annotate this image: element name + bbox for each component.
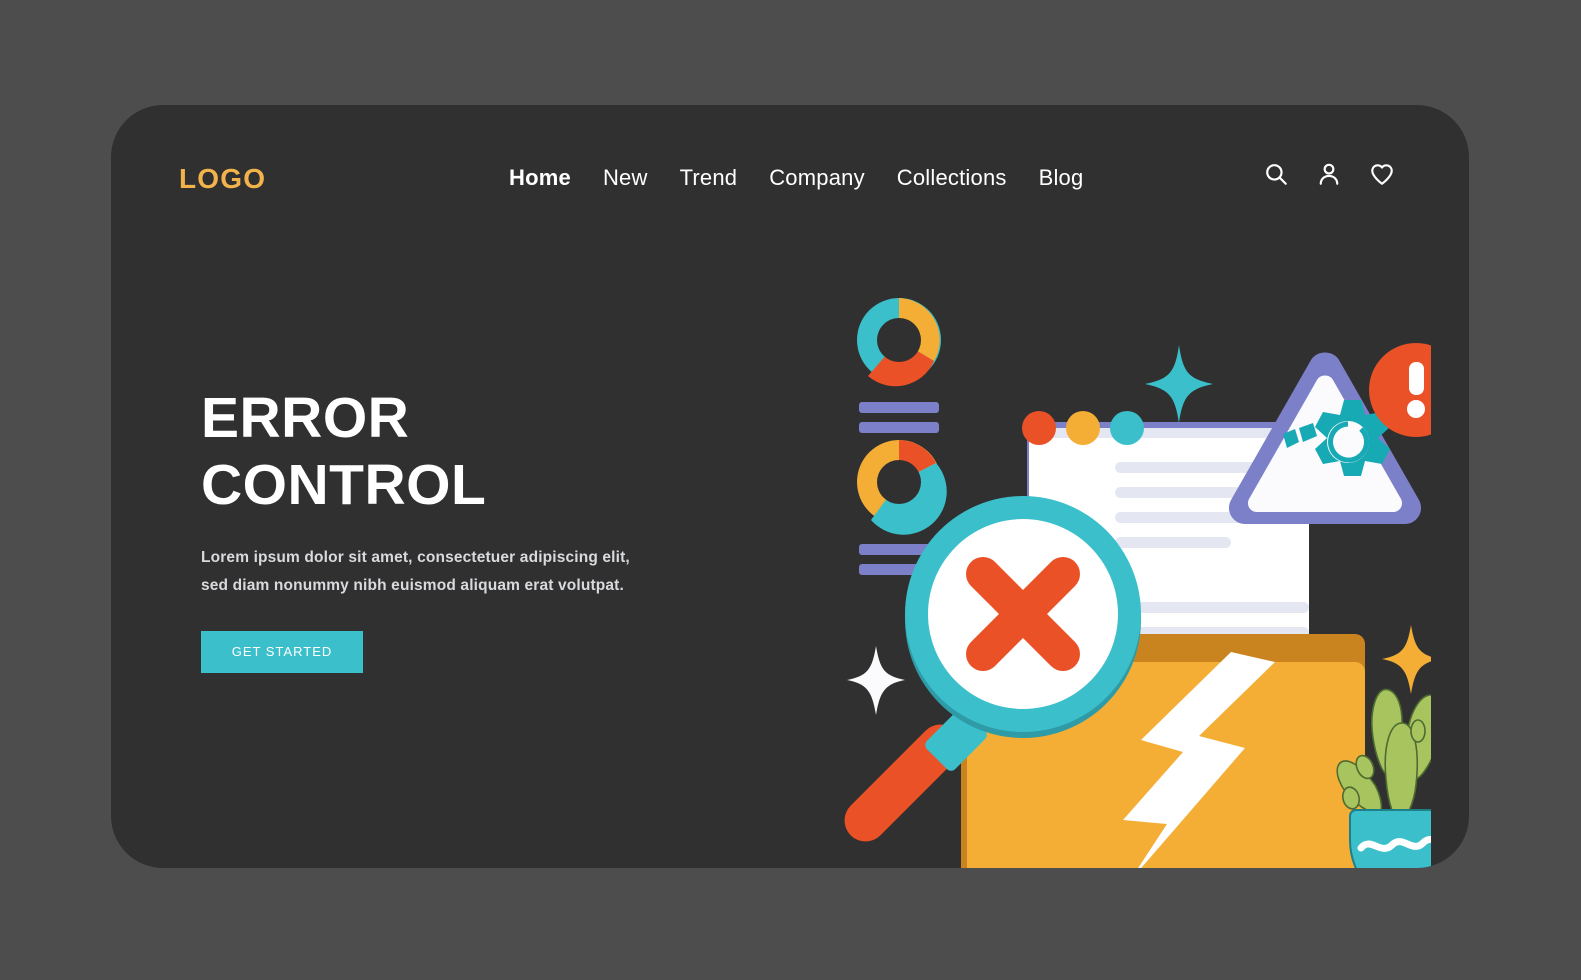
get-started-button[interactable]: GET STARTED	[201, 630, 363, 673]
nav-item-home[interactable]: Home	[509, 165, 571, 191]
main-navigation: Home New Trend Company Collections Blog	[509, 165, 1083, 191]
user-icon[interactable]	[1316, 161, 1342, 187]
donut-chart-top	[857, 298, 941, 387]
header-icon-group	[1263, 161, 1395, 187]
page-root: LOGO Home New Trend Company Collections …	[0, 0, 1581, 980]
nav-item-trend[interactable]: Trend	[680, 165, 738, 191]
placeholder-bars-top	[859, 402, 939, 433]
document-dots	[1022, 411, 1144, 445]
nav-item-collections[interactable]: Collections	[897, 165, 1007, 191]
sparkle-yellow-icon	[1382, 625, 1431, 694]
nav-item-new[interactable]: New	[603, 165, 648, 191]
error-control-illustration	[711, 200, 1431, 868]
hero-section: ERROR CONTROL Lorem ipsum dolor sit amet…	[201, 385, 721, 673]
hero-subtitle: Lorem ipsum dolor sit amet, consectetuer…	[201, 548, 630, 595]
logo[interactable]: LOGO	[179, 163, 266, 195]
donut-chart-bottom	[857, 440, 947, 535]
search-icon[interactable]	[1263, 161, 1289, 187]
page-title: ERROR CONTROL	[201, 386, 487, 518]
nav-item-blog[interactable]: Blog	[1039, 165, 1084, 191]
heart-icon[interactable]	[1369, 161, 1395, 187]
landing-page-card: LOGO Home New Trend Company Collections …	[111, 105, 1469, 868]
sparkle-white-icon	[847, 646, 905, 715]
nav-item-company[interactable]: Company	[769, 165, 865, 191]
sparkle-teal-icon	[1145, 345, 1213, 423]
